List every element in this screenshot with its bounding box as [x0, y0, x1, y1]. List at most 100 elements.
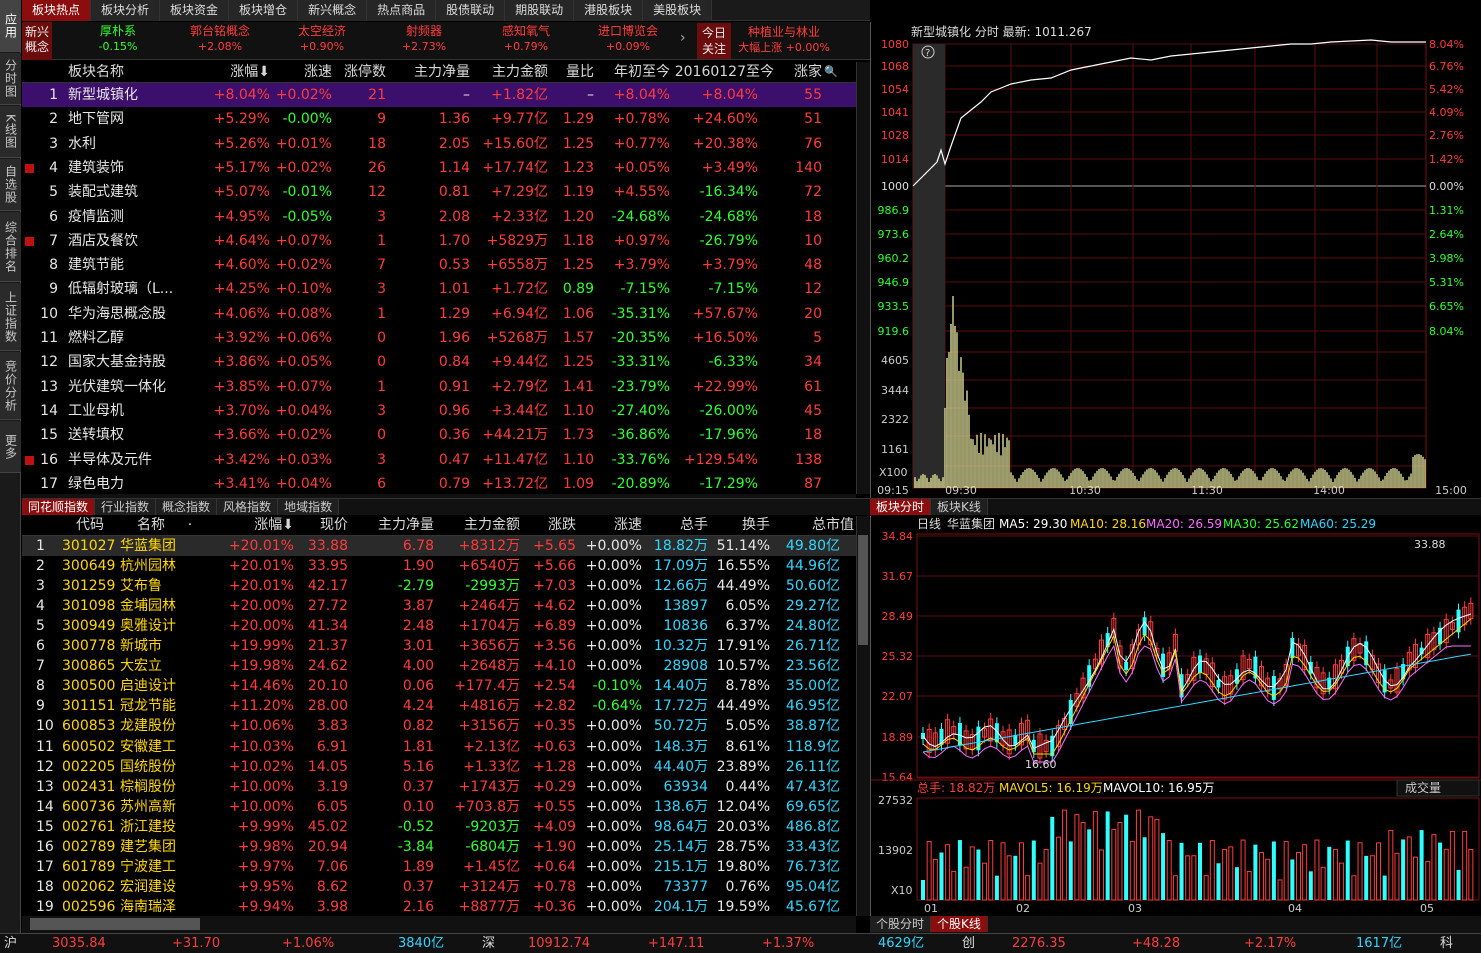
stock-table-hscroll-thumb[interactable] [30, 918, 200, 930]
sidebar-item-3[interactable]: 自选股 [0, 159, 21, 211]
sector-col-header-3[interactable]: 涨停数 [332, 61, 386, 82]
top-tab-1[interactable]: 板块分析 [91, 0, 161, 21]
cy-index[interactable]: 2276.35 [1012, 934, 1066, 953]
stock-col-header-4[interactable]: 现价 [294, 515, 348, 535]
concept-item-3[interactable]: 射频器 +2.73% [376, 24, 472, 54]
table-row[interactable]: 12 002205 国统股份 +10.02% 14.05 5.16 +1.33亿 +1.28 +… [22, 757, 856, 777]
sector-col-header-1[interactable]: 涨幅⬇ [194, 61, 270, 82]
table-row[interactable]: 10 华为海思概念股 +4.06% +0.08% 1 1.29 +6.94亿 1.06 -35.… [22, 302, 856, 326]
sector-col-header-6[interactable]: 量比 [548, 61, 594, 82]
stock-chart-tab-0[interactable]: 个股分时 [870, 916, 932, 932]
table-row[interactable]: 13 光伏建筑一体化 +3.85% +0.07% 1 0.91 +2.79亿 1.41 -23.… [22, 375, 856, 399]
stock-col-header-8[interactable]: 涨速 [576, 515, 642, 535]
sidebar-item-0[interactable]: 应用 [0, 0, 21, 52]
table-row[interactable]: 14 工业母机 +3.70% +0.04% 3 0.96 +3.44亿 1.10 -27.40%… [22, 399, 856, 423]
stock-col-header-9[interactable]: 总手 [642, 515, 708, 535]
sector-table-scrollbar[interactable] [856, 62, 870, 494]
top-tab-6[interactable]: 股债联动 [436, 0, 506, 21]
table-row[interactable]: 18 002062 宏润建设 +9.95% 8.62 0.37 +3124万 +0.78 +0.… [22, 877, 856, 897]
concept-item-4[interactable]: 感知氧气 +0.79% [478, 24, 574, 54]
table-row[interactable]: 15 002761 浙江建投 +9.99% 45.02 -0.52 -9203万 +4.09 +… [22, 817, 856, 837]
table-row[interactable]: 12 国家大基金持股 +3.86% +0.05% 0 0.84 +9.44亿 1.25 -33.… [22, 350, 856, 374]
sh-index[interactable]: 3035.84 [52, 934, 106, 953]
table-row[interactable]: 16 002789 建艺集团 +9.98% 20.94 -3.84 -6804万 +1.90 +… [22, 837, 856, 857]
table-row[interactable]: 3 301259 艾布鲁 +20.01% 42.17 -2.79 -2993万 +7.03 +0… [22, 576, 856, 596]
table-row[interactable]: 1 301027 华蓝集团 +20.01% 33.88 6.78 +8312万 +5.65 +0… [22, 536, 856, 556]
top-tab-7[interactable]: 期股联动 [505, 0, 575, 21]
table-row[interactable]: 9 低辐射玻璃（L... +4.25% +0.10% 3 1.01 +1.72亿 0.89 -7… [22, 277, 856, 301]
table-row[interactable]: 4 301098 金埔园林 +20.00% 27.72 3.87 +2464万 +4.62 +0… [22, 596, 856, 616]
table-row[interactable]: 14 600736 苏州高新 +10.00% 6.05 0.10 +703.8万 +0.55 +… [22, 797, 856, 817]
sz-index[interactable]: 10912.74 [528, 934, 590, 953]
table-row[interactable]: 13 002431 棕榈股份 +10.00% 3.19 0.37 +1743万 +0.29 +0… [22, 777, 856, 797]
stock-col-header-5[interactable]: 主力净量 [348, 515, 434, 535]
table-row[interactable]: 17 601789 宁波建工 +9.97% 7.06 1.89 +1.45亿 +0.64 +0.… [22, 857, 856, 877]
top-tab-4[interactable]: 新兴概念 [298, 0, 368, 21]
index-tab-2[interactable]: 概念指数 [156, 499, 218, 515]
expand-plus-icon[interactable] [25, 163, 34, 173]
table-row[interactable]: 11 600502 安徽建工 +10.03% 6.91 1.81 +2.13亿 +0.63 +0… [22, 737, 856, 757]
stock-col-header-6[interactable]: 主力金额 [434, 515, 520, 535]
sidebar-item-4[interactable]: 综合排名 [0, 212, 21, 282]
sidebar-item-7[interactable]: 更多 [0, 421, 21, 473]
table-row[interactable]: 4 建筑装饰 +5.17% +0.02% 26 1.14 +17.74亿 1.23 +0.05%… [22, 156, 856, 180]
table-row[interactable]: 16 半导体及元件 +3.42% +0.03% 3 0.47 +11.47亿 1.10 -33.… [22, 448, 856, 472]
table-row[interactable]: 7 300865 大宏立 +19.98% 24.62 4.00 +2648万 +4.10 +0.… [22, 656, 856, 676]
table-row[interactable]: 10 600853 龙建股份 +10.06% 3.83 0.82 +3156万 +0.35 +0… [22, 716, 856, 736]
table-row[interactable]: 8 300500 启迪设计 +14.46% 20.10 0.06 +177.4万 +2.54-… [22, 676, 856, 696]
top-tab-5[interactable]: 热点商品 [367, 0, 437, 21]
table-row[interactable]: 6 疫情监测 +4.95% -0.05% 3 2.08 +2.33亿 1.20 -24.68% -… [22, 205, 856, 229]
stock-col-header-3[interactable]: 涨幅⬇ [198, 515, 294, 535]
volume-indicator-select[interactable]: 成交量 [1396, 779, 1480, 797]
sector-col-header-5[interactable]: 主力金额 [470, 61, 548, 82]
today-focus-label[interactable]: 今日关注 [697, 23, 731, 59]
index-tab-3[interactable]: 风格指数 [217, 499, 279, 515]
sector-col-header-9[interactable]: 涨家 [774, 61, 822, 82]
sidebar-item-6[interactable]: 竞价分析 [0, 352, 21, 420]
stock-col-header-10[interactable]: 换手 [708, 515, 770, 535]
stock-chart-tab-1[interactable]: 个股K线 [931, 916, 988, 932]
concept-item-1[interactable]: 郭台铭概念 +2.08% [172, 24, 268, 54]
search-icon[interactable]: 🔍 [822, 61, 838, 82]
expand-plus-icon[interactable] [25, 236, 34, 246]
top-tab-0[interactable]: 板块热点 [22, 0, 92, 21]
index-tab-4[interactable]: 地域指数 [278, 499, 340, 515]
table-row[interactable]: 2 300649 杭州园林 +20.01% 33.95 1.90 +6540万 +5.66 +0… [22, 556, 856, 576]
sector-col-header-7[interactable]: 年初至今 [594, 61, 670, 82]
table-row[interactable]: 7 酒店及餐饮 +4.64% +0.07% 1 1.70 +5829万 1.18 +0.97% -… [22, 229, 856, 253]
table-row[interactable]: 15 送转填权 +3.66% +0.02% 0 0.36 +44.21万 1.73 -36.86… [22, 423, 856, 447]
index-tab-1[interactable]: 行业指数 [95, 499, 157, 515]
sector-chart-tab-0[interactable]: 板块分时 [870, 499, 932, 515]
stock-table-scroll-thumb[interactable] [858, 535, 868, 645]
stock-col-header-2[interactable]: · [182, 515, 198, 535]
sector-col-header-0[interactable]: 板块名称 [22, 61, 194, 82]
stock-col-header-0[interactable]: 代码 [22, 515, 120, 535]
concept-item-2[interactable]: 太空经济 +0.90% [274, 24, 370, 54]
stock-col-header-1[interactable]: 名称 [120, 515, 182, 535]
table-row[interactable]: 11 燃料乙醇 +3.92% +0.06% 0 1.96 +5268万 1.57 -20.35%… [22, 326, 856, 350]
top-tab-3[interactable]: 板块增仓 [229, 0, 299, 21]
top-tab-8[interactable]: 港股板块 [574, 0, 644, 21]
table-row[interactable]: 5 300949 奥雅设计 +20.00% 41.34 2.48 +1704万 +6.89 +0… [22, 616, 856, 636]
concept-item-5[interactable]: 进口博览会 +0.09% [580, 24, 676, 54]
table-row[interactable]: 17 绿色电力 +3.41% +0.04% 6 0.79 +13.72亿 1.09 -20.89… [22, 472, 856, 496]
sector-col-header-8[interactable]: 20160127至今 [670, 61, 774, 82]
today-focus-item[interactable]: 种植业与林业 大幅上涨 +0.00% [734, 24, 834, 56]
sidebar-item-5[interactable]: 上证指数 [0, 283, 21, 351]
table-row[interactable]: 1 新型城镇化 +8.04% +0.02% 21 – +1.82亿 – +8.04% +8.04%… [22, 83, 856, 107]
stock-col-header-11[interactable]: 总市值 [770, 515, 854, 535]
table-row[interactable]: 19 002596 海南瑞泽 +9.94% 3.98 2.16 +8877万 +0.36 +0.… [22, 897, 856, 917]
concept-item-0[interactable]: 厚朴系 -0.15% [70, 24, 166, 54]
table-row[interactable]: 2 地下管网 +5.29% -0.00% 9 1.36 +9.77亿 1.29 +0.78% +2… [22, 107, 856, 131]
sector-col-header-2[interactable]: 涨速 [270, 61, 332, 82]
top-tab-2[interactable]: 板块资金 [160, 0, 230, 21]
sidebar-item-1[interactable]: 分时图 [0, 53, 21, 105]
table-row[interactable]: 5 装配式建筑 +5.07% -0.01% 12 0.81 +7.29亿 1.19 +4.55%… [22, 180, 856, 204]
more-index-label[interactable]: 科 [1440, 934, 1453, 953]
table-row[interactable]: 6 300778 新城市 +19.99% 21.37 3.01 +3656万 +3.56 +0.… [22, 636, 856, 656]
stock-col-header-7[interactable]: 涨跌 [520, 515, 576, 535]
table-row[interactable]: 3 水利 +5.26% +0.01% 18 2.05 +15.60亿 1.25 +0.77% +2… [22, 132, 856, 156]
index-tab-0[interactable]: 同花顺指数 [22, 499, 96, 515]
sector-col-header-4[interactable]: 主力净量 [386, 61, 470, 82]
sidebar-item-2[interactable]: K线图 [0, 106, 21, 158]
